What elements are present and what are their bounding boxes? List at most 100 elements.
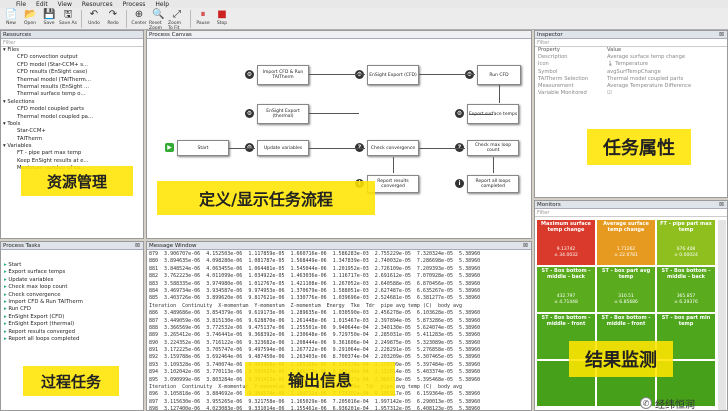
- task-item[interactable]: ▸ Export surface temps: [4, 269, 143, 276]
- inspector-panel: Inspector ⊠ Filter Property Value Descripti…: [534, 30, 728, 198]
- flow-arrow: [309, 74, 365, 75]
- inspector-row[interactable]: TAITherm Selection Thermal model coupled …: [535, 76, 727, 83]
- task-item[interactable]: ▸ Check convergence: [4, 292, 143, 299]
- inspector-row[interactable]: Measurement Average Temperature Differenc…: [535, 83, 727, 90]
- monitor-tile[interactable]: ST - box part avg temp 310.51 ± 6.85686: [597, 267, 655, 312]
- process-node[interactable]: EnSight Export (CFD): [367, 65, 419, 85]
- monitor-tile[interactable]: FT - pipe part max temp 676.408 ± 0.00024: [657, 220, 715, 265]
- open-icon: 📂: [24, 9, 37, 20]
- resource-item[interactable]: TAITherm: [3, 136, 143, 143]
- task-item[interactable]: ▸ EnSight Export (thermal): [4, 321, 143, 328]
- monitor-tile[interactable]: ST - Box bottom - middle - back 365.857 ± …: [657, 267, 715, 312]
- save-as-button[interactable]: 🖫 Save As: [59, 8, 77, 30]
- zoom-to-fit-button[interactable]: ⤢ Zoom To Fit: [168, 8, 186, 31]
- resource-item[interactable]: CFD model (Star-CCM+ s...: [3, 62, 143, 69]
- reset-zoom-icon: 🔍: [152, 9, 165, 20]
- process-node-label: Report all loops completed: [475, 179, 511, 189]
- task-item[interactable]: ▸ Import CFD & Run TAITherm: [4, 299, 143, 306]
- task-item[interactable]: ▸ Check max loop count: [4, 284, 143, 291]
- inspector-property: Variable Monitored: [538, 90, 587, 97]
- process-node-label: Update variables: [263, 145, 303, 151]
- flow-arrow: [393, 157, 394, 173]
- process-node[interactable]: Update variables: [257, 140, 309, 156]
- log-line: 890 3.224352e-06 3.716122e-06 9.323682e-…: [149, 339, 481, 346]
- process-node[interactable]: Check convergence: [367, 140, 419, 156]
- task-item[interactable]: ▸ Report all loops completed: [4, 336, 143, 343]
- resource-item[interactable]: ▾ Variables: [3, 143, 143, 150]
- process-node-label: Run CFD: [489, 72, 509, 78]
- resource-item[interactable]: Keep EnSight results at e...: [3, 158, 143, 165]
- process-node[interactable]: Check max loop count: [467, 140, 519, 156]
- task-item[interactable]: ▸ Start: [4, 262, 143, 269]
- resources-filter-input[interactable]: Filter: [1, 39, 143, 47]
- stop-button[interactable]: ■ Stop: [213, 8, 231, 30]
- inspector-row[interactable]: Variable Monitored ☑: [535, 90, 727, 97]
- resource-item[interactable]: Thermal surface temp o...: [3, 91, 143, 98]
- menu-resources[interactable]: Resources: [82, 1, 113, 8]
- toolbar-label: Save: [43, 21, 55, 26]
- process-tasks-panel: Process Tasks ⊠ ▸ Start ▸ Export surface t…: [0, 241, 144, 411]
- inspector-properties: Property Value Description Average surface …: [535, 47, 727, 97]
- flow-arrow: [309, 113, 359, 114]
- undo-button[interactable]: ↶ Undo: [85, 8, 103, 30]
- task-label: EnSight Export (CFD): [8, 313, 65, 320]
- monitors-scrollbar[interactable]: [718, 220, 726, 410]
- process-node[interactable]: EnSight Export (thermal): [257, 104, 309, 124]
- resource-item[interactable]: CFD convection output: [3, 54, 143, 61]
- menu-process[interactable]: Process: [123, 1, 146, 8]
- save-button[interactable]: 💾 Save: [40, 8, 58, 30]
- inspector-row[interactable]: Icon 🌡 Temperature: [535, 61, 727, 68]
- save-as-icon: 🖫: [63, 9, 73, 20]
- resources-panel: Resources Filter ▾ Files CFD convection o…: [0, 30, 144, 239]
- process-node-label: Check convergence: [370, 145, 416, 151]
- resource-item[interactable]: Star-CCM+: [3, 128, 143, 135]
- task-item[interactable]: ▸ Report results converged: [4, 329, 143, 336]
- center-button[interactable]: ⊕ Center: [130, 8, 148, 30]
- pause-button[interactable]: ⏸ Pause: [194, 8, 212, 30]
- process-node[interactable]: Import CFD & Run TAITherm: [257, 65, 309, 85]
- task-label: Start: [8, 262, 22, 268]
- monitor-tile[interactable]: Average surface temp change 1.71262 ± 22.0…: [597, 220, 655, 265]
- monitor-tile[interactable]: ST - Box bottom - middle - back 432.797 ± …: [537, 267, 595, 312]
- monitor-tile[interactable]: Maximum surface temp change 9.13742 ± 34.0…: [537, 220, 595, 265]
- monitors-filter-input[interactable]: Filter: [535, 209, 727, 217]
- inspector-filter-input[interactable]: Filter: [535, 39, 727, 47]
- resource-item[interactable]: Thermal model coupled pa...: [3, 114, 143, 121]
- resource-item[interactable]: ▾ Tools: [3, 121, 143, 128]
- menu-view[interactable]: View: [58, 1, 72, 8]
- process-node-label: Start: [197, 145, 209, 151]
- reset-zoom-button[interactable]: 🔍 Reset Zoom: [149, 8, 167, 31]
- log-line: 897 3.115630e-06 3.955265e-06 9.321758e-…: [149, 398, 481, 405]
- new-button[interactable]: 📄 New: [2, 8, 20, 30]
- monitor-tile-label: ST - box part min temp: [661, 315, 711, 327]
- task-item[interactable]: ▸ EnSight Export (CFD): [4, 314, 143, 321]
- log-line: Iteration Continuity X-momentum Y-moment…: [149, 302, 463, 309]
- process-node[interactable]: Run CFD: [477, 65, 521, 85]
- resource-item[interactable]: CFD results (EnSight case): [3, 69, 143, 76]
- message-window-title: Message Window ⊠: [147, 242, 531, 250]
- task-item[interactable]: ▸ Update variables: [4, 277, 143, 284]
- inspector-row[interactable]: Symbol avgSurfTempChange: [535, 69, 727, 76]
- inspector-header-row: Property Value: [535, 47, 727, 54]
- resource-item[interactable]: Thermal model (TAITherm...: [3, 77, 143, 84]
- process-node[interactable]: Start: [177, 140, 229, 156]
- open-button[interactable]: 📂 Open: [21, 8, 39, 30]
- zoom-to-fit-icon: ⤢: [173, 9, 181, 20]
- menu-help[interactable]: Help: [155, 1, 169, 8]
- resource-item[interactable]: Thermal results (EnSight ...: [3, 84, 143, 91]
- task-label: Run CFD: [8, 306, 32, 313]
- log-line: 881 3.848524e-06 4.063455e-06 1.064481e-…: [149, 265, 481, 272]
- resource-item[interactable]: FT - pipe part max temp: [3, 150, 143, 157]
- task-item[interactable]: ▸ Run CFD: [4, 306, 143, 313]
- process-node-icon: ⚙: [245, 109, 254, 118]
- redo-button[interactable]: ↷ Redo: [104, 8, 122, 30]
- toolbar-separator: [190, 10, 191, 28]
- monitor-tile-label: Maximum surface temp change: [541, 221, 591, 233]
- menu-edit[interactable]: Edit: [36, 1, 48, 8]
- resource-item[interactable]: ▾ Selections: [3, 99, 143, 106]
- resource-item[interactable]: ▾ Files: [3, 47, 143, 54]
- process-node[interactable]: Report all loops completed: [467, 175, 519, 193]
- menu-file[interactable]: File: [16, 1, 26, 8]
- inspector-header-value: Value: [607, 47, 622, 53]
- resource-item[interactable]: CFD model coupled parts: [3, 106, 143, 113]
